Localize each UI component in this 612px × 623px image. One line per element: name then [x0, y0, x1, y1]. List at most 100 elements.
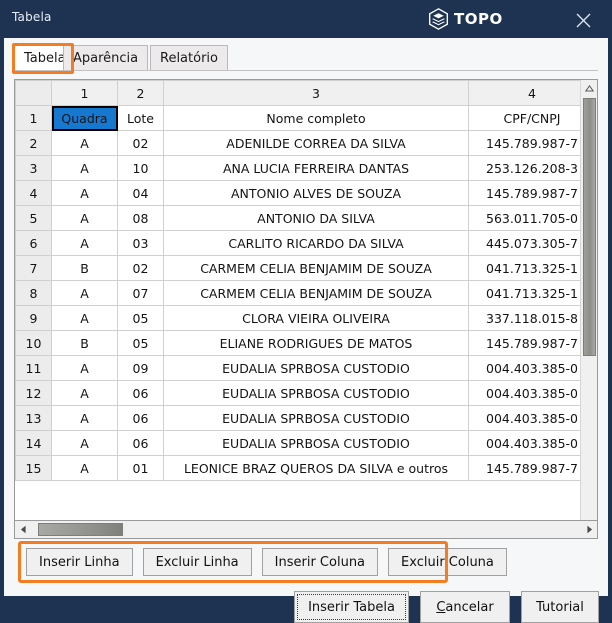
- scroll-up-button[interactable]: [581, 80, 597, 97]
- tab-aparencia[interactable]: Aparência: [63, 45, 149, 71]
- grid-cell[interactable]: A: [51, 230, 118, 256]
- grid-cell[interactable]: 145.789.987-7: [468, 180, 596, 206]
- grid-cell[interactable]: A: [51, 130, 118, 156]
- grid-cell[interactable]: A: [51, 280, 118, 306]
- row-header[interactable]: 1: [15, 105, 52, 131]
- vertical-scrollbar-thumb[interactable]: [583, 98, 596, 356]
- grid-cell[interactable]: 563.011.705-0: [468, 205, 596, 231]
- grid-cell[interactable]: A: [51, 180, 118, 206]
- grid-cell[interactable]: 01: [117, 455, 164, 481]
- grid-cell[interactable]: EUDALIA SPRBOSA CUSTODIO: [163, 405, 469, 431]
- grid-cell[interactable]: CLORA VIEIRA OLIVEIRA: [163, 305, 469, 331]
- grid-cell[interactable]: ANTONIO ALVES DE SOUZA: [163, 180, 469, 206]
- grid-cell[interactable]: LEONICE BRAZ QUEROS DA SILVA e outros: [163, 455, 469, 481]
- row-header[interactable]: 13: [15, 405, 52, 431]
- grid-cell[interactable]: 145.789.987-7: [468, 330, 596, 356]
- grid-cell[interactable]: Nome completo: [163, 105, 469, 131]
- grid-cell[interactable]: 06: [117, 405, 164, 431]
- grid-cell[interactable]: A: [51, 455, 118, 481]
- vertical-scrollbar[interactable]: [580, 80, 597, 538]
- grid-cell[interactable]: 02: [117, 130, 164, 156]
- grid-cell[interactable]: 337.118.015-8: [468, 305, 596, 331]
- grid-cell[interactable]: CARLITO RICARDO DA SILVA: [163, 230, 469, 256]
- grid-cell[interactable]: 05: [117, 305, 164, 331]
- grid-cell[interactable]: 03: [117, 230, 164, 256]
- excluir-coluna-button[interactable]: Excluir Coluna: [388, 548, 507, 576]
- grid-cell[interactable]: B: [51, 330, 118, 356]
- grid-cell[interactable]: A: [51, 380, 118, 406]
- grid-cell[interactable]: 08: [117, 205, 164, 231]
- grid-cell[interactable]: CARMEM CELIA BENJAMIM DE SOUZA: [163, 280, 469, 306]
- grid-cell[interactable]: 041.713.325-1: [468, 280, 596, 306]
- table-row: 14 A 06 EUDALIA SPRBOSA CUSTODIO 004.403…: [15, 430, 596, 456]
- column-header-2[interactable]: 2: [117, 80, 164, 106]
- grid-cell[interactable]: 06: [117, 380, 164, 406]
- grid-cell[interactable]: Lote: [117, 105, 164, 131]
- row-header[interactable]: 6: [15, 230, 52, 256]
- grid-cell[interactable]: EUDALIA SPRBOSA CUSTODIO: [163, 380, 469, 406]
- row-header[interactable]: 14: [15, 430, 52, 456]
- row-header[interactable]: 12: [15, 380, 52, 406]
- grid-cell[interactable]: ANTONIO DA SILVA: [163, 205, 469, 231]
- grid-cell[interactable]: 004.403.385-0: [468, 405, 596, 431]
- grid-cell[interactable]: EUDALIA SPRBOSA CUSTODIO: [163, 430, 469, 456]
- grid-cell[interactable]: CPF/CNPJ: [468, 105, 596, 131]
- row-header[interactable]: 8: [15, 280, 52, 306]
- row-header[interactable]: 2: [15, 130, 52, 156]
- row-header[interactable]: 11: [15, 355, 52, 381]
- row-header[interactable]: 7: [15, 255, 52, 281]
- tab-relatorio[interactable]: Relatório: [150, 45, 228, 71]
- cancelar-button[interactable]: Cancelar: [420, 591, 510, 623]
- inserir-linha-button[interactable]: Inserir Linha: [26, 548, 133, 576]
- inserir-coluna-button[interactable]: Inserir Coluna: [261, 548, 379, 576]
- grid-cell[interactable]: 10: [117, 155, 164, 181]
- grid-cell[interactable]: A: [51, 205, 118, 231]
- grid-cell[interactable]: 041.713.325-1: [468, 255, 596, 281]
- spreadsheet-grid[interactable]: 1 2 3 4 1 Quadra Lote Nome completo CPF/…: [14, 79, 598, 539]
- row-header[interactable]: 4: [15, 180, 52, 206]
- grid-cell[interactable]: A: [51, 430, 118, 456]
- grid-cell-selected[interactable]: Quadra: [51, 105, 118, 131]
- column-header-4[interactable]: 4: [468, 80, 596, 106]
- row-header[interactable]: 5: [15, 205, 52, 231]
- column-header-1[interactable]: 1: [51, 80, 118, 106]
- close-button[interactable]: [570, 8, 596, 32]
- grid-cell[interactable]: ADENILDE CORREA DA SILVA: [163, 130, 469, 156]
- grid-cell[interactable]: A: [51, 405, 118, 431]
- grid-cell[interactable]: A: [51, 155, 118, 181]
- grid-cell[interactable]: 04: [117, 180, 164, 206]
- grid-cell[interactable]: 004.403.385-0: [468, 430, 596, 456]
- tab-underline: [14, 70, 598, 71]
- horizontal-scrollbar[interactable]: [14, 520, 598, 539]
- grid-cell[interactable]: A: [51, 355, 118, 381]
- row-header[interactable]: 15: [15, 455, 52, 481]
- excluir-linha-button[interactable]: Excluir Linha: [142, 548, 252, 576]
- grid-cell[interactable]: EUDALIA SPRBOSA CUSTODIO: [163, 355, 469, 381]
- grid-cell[interactable]: 06: [117, 430, 164, 456]
- grid-cell[interactable]: ELIANE RODRIGUES DE MATOS: [163, 330, 469, 356]
- grid-cell[interactable]: 05: [117, 330, 164, 356]
- grid-cell[interactable]: ANA LUCIA FERREIRA DANTAS: [163, 155, 469, 181]
- row-header[interactable]: 10: [15, 330, 52, 356]
- row-header[interactable]: 9: [15, 305, 52, 331]
- brand-name: TOPO: [454, 10, 503, 28]
- column-header-3[interactable]: 3: [163, 80, 469, 106]
- grid-cell[interactable]: 004.403.385-0: [468, 380, 596, 406]
- grid-cell[interactable]: 145.789.987-7: [468, 130, 596, 156]
- grid-cell[interactable]: A: [51, 305, 118, 331]
- grid-cell[interactable]: 145.789.987-7: [468, 455, 596, 481]
- grid-cell[interactable]: 004.403.385-0: [468, 355, 596, 381]
- grid-cell[interactable]: 445.073.305-7: [468, 230, 596, 256]
- row-header[interactable]: 3: [15, 155, 52, 181]
- grid-cell[interactable]: CARMEM CELIA BENJAMIM DE SOUZA: [163, 255, 469, 281]
- inserir-tabela-button[interactable]: Inserir Tabela: [294, 591, 409, 623]
- scroll-right-button[interactable]: [581, 521, 597, 538]
- grid-cell[interactable]: 09: [117, 355, 164, 381]
- grid-cell[interactable]: B: [51, 255, 118, 281]
- scroll-left-button[interactable]: [15, 521, 31, 538]
- tutorial-button[interactable]: Tutorial: [521, 591, 599, 623]
- grid-cell[interactable]: 07: [117, 280, 164, 306]
- grid-cell[interactable]: 253.126.208-3: [468, 155, 596, 181]
- horizontal-scrollbar-thumb[interactable]: [38, 523, 123, 536]
- grid-cell[interactable]: 02: [117, 255, 164, 281]
